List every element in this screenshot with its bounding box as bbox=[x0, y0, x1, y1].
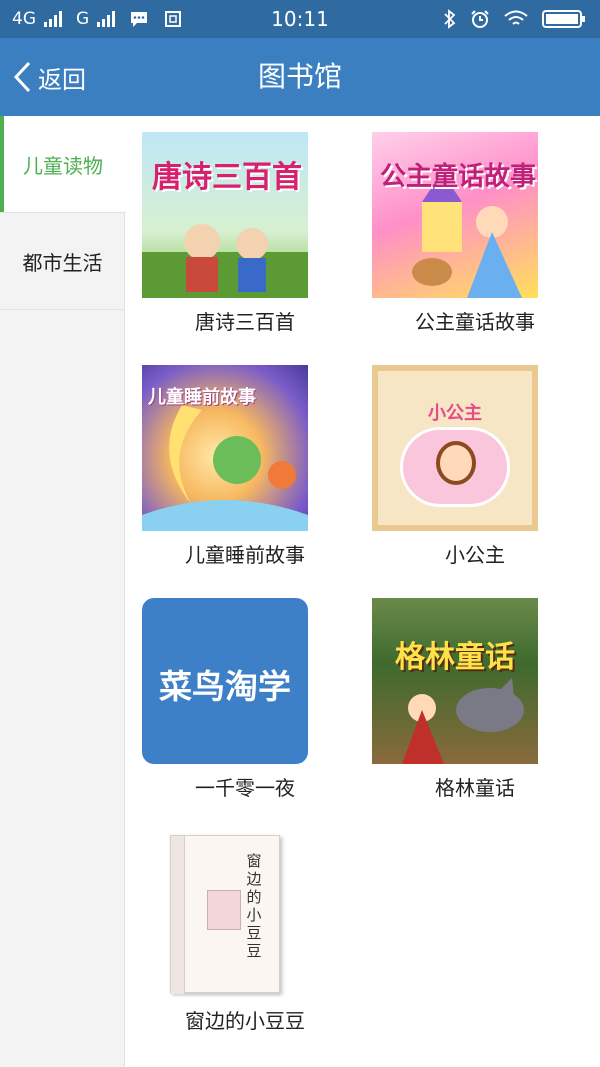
book-title: 一千零一夜 bbox=[195, 776, 295, 800]
book-spine bbox=[171, 836, 185, 994]
book-cover-image: 公主童话故事 bbox=[372, 132, 538, 298]
book-card-arabian-nights[interactable]: 菜鸟淘学 一千零一夜 bbox=[125, 582, 365, 814]
battery-icon bbox=[542, 10, 585, 28]
book-card-little-princess[interactable]: 小公主 小公主 bbox=[355, 349, 595, 581]
book-title: 小公主 bbox=[445, 543, 505, 567]
book-card-tang-poems[interactable]: 唐诗三百首 唐诗三百首 bbox=[125, 116, 365, 348]
book-title: 窗边的小豆豆 bbox=[185, 1009, 305, 1033]
book-title: 格林童话 bbox=[435, 776, 515, 800]
book-cover-image: 唐诗三百首 bbox=[142, 132, 308, 298]
status-bar-right bbox=[444, 0, 586, 38]
book-cover-image: 儿童睡前故事 bbox=[142, 365, 308, 531]
book-card-totto-chan[interactable]: 窗边的小豆豆 窗边的小豆豆 bbox=[125, 815, 365, 1047]
page-title: 图书馆 bbox=[257, 60, 342, 93]
category-sidebar: 儿童读物 都市生活 bbox=[0, 116, 126, 1067]
sidebar-item-urban-life[interactable]: 都市生活 bbox=[0, 213, 125, 310]
wifi-icon bbox=[504, 10, 528, 25]
cover-title: 小公主 bbox=[428, 403, 482, 424]
book-cover-placeholder: 菜鸟淘学 bbox=[142, 598, 308, 764]
book-card-bedtime-stories[interactable]: 儿童睡前故事 儿童睡前故事 bbox=[125, 349, 365, 581]
placeholder-logo-text: 菜鸟淘学 bbox=[159, 667, 291, 706]
cover-title: 格林童话 bbox=[395, 640, 515, 675]
cover-illustration bbox=[142, 224, 308, 298]
cover-illustration bbox=[436, 441, 476, 485]
cover-illustration bbox=[207, 890, 241, 930]
alarm-icon bbox=[471, 10, 489, 28]
book-grid: 唐诗三百首 唐诗三百首 公主童话故事 公主童话故事 儿童睡前故事 儿童睡前故事 … bbox=[125, 116, 600, 1067]
book-title: 公主童话故事 bbox=[415, 310, 535, 334]
status-bar: 4G G 10:11 bbox=[0, 0, 600, 38]
book-cover-image: 小公主 bbox=[372, 365, 538, 531]
book-cover-image: 格林童话 bbox=[372, 598, 538, 764]
book-cover-image: 窗边的小豆豆 bbox=[142, 831, 308, 997]
book-card-grimm-tales[interactable]: 格林童话 格林童话 bbox=[355, 582, 595, 814]
back-label: 返回 bbox=[38, 65, 86, 94]
cover-book-photo: 窗边的小豆豆 bbox=[170, 835, 280, 994]
cover-title: 公主童话故事 bbox=[380, 162, 537, 192]
back-button[interactable]: 返回 bbox=[12, 38, 86, 116]
cover-title: 窗边的小豆豆 bbox=[246, 852, 262, 960]
book-title: 唐诗三百首 bbox=[195, 310, 295, 334]
book-card-princess-fairy-tales[interactable]: 公主童话故事 公主童话故事 bbox=[355, 116, 595, 348]
chevron-left-icon bbox=[13, 61, 31, 93]
book-title: 儿童睡前故事 bbox=[185, 543, 305, 567]
title-bar: 返回 图书馆 bbox=[0, 38, 600, 116]
sidebar-item-children-books[interactable]: 儿童读物 bbox=[0, 116, 126, 213]
cover-illustration bbox=[402, 678, 524, 764]
bluetooth-icon bbox=[444, 9, 456, 29]
cover-title: 儿童睡前故事 bbox=[148, 387, 256, 408]
